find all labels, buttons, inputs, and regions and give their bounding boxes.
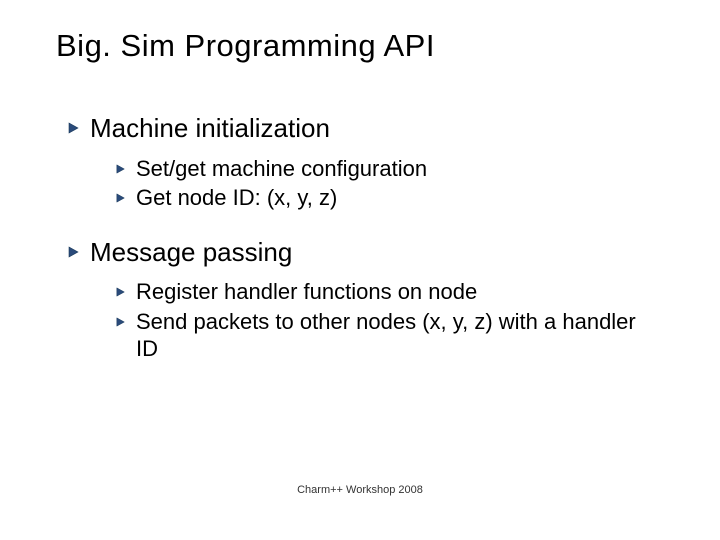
section-heading-text: Machine initialization: [90, 112, 330, 145]
list-item-text: Set/get machine configuration: [136, 155, 427, 183]
arrow-bullet-icon: [68, 246, 80, 258]
arrow-bullet-icon: [116, 164, 126, 174]
arrow-bullet-icon: [116, 287, 126, 297]
arrow-bullet-icon: [68, 122, 80, 134]
section-heading-text: Message passing: [90, 236, 292, 269]
list-item: Send packets to other nodes (x, y, z) wi…: [116, 308, 664, 363]
list-item: Get node ID: (x, y, z): [116, 184, 664, 212]
slide-content: Big. Sim Programming API Machine initial…: [0, 0, 720, 363]
slide-title: Big. Sim Programming API: [56, 28, 664, 64]
section-heading: Message passing: [68, 236, 664, 269]
list-item-text: Send packets to other nodes (x, y, z) wi…: [136, 308, 656, 363]
list-item-text: Get node ID: (x, y, z): [136, 184, 337, 212]
arrow-bullet-icon: [116, 193, 126, 203]
section-heading: Machine initialization: [68, 112, 664, 145]
slide-footer: Charm++ Workshop 2008: [0, 484, 720, 496]
arrow-bullet-icon: [116, 317, 126, 327]
list-item: Set/get machine configuration: [116, 155, 664, 183]
section-items: Set/get machine configuration Get node I…: [116, 155, 664, 212]
section-items: Register handler functions on node Send …: [116, 278, 664, 363]
list-item-text: Register handler functions on node: [136, 278, 477, 306]
list-item: Register handler functions on node: [116, 278, 664, 306]
